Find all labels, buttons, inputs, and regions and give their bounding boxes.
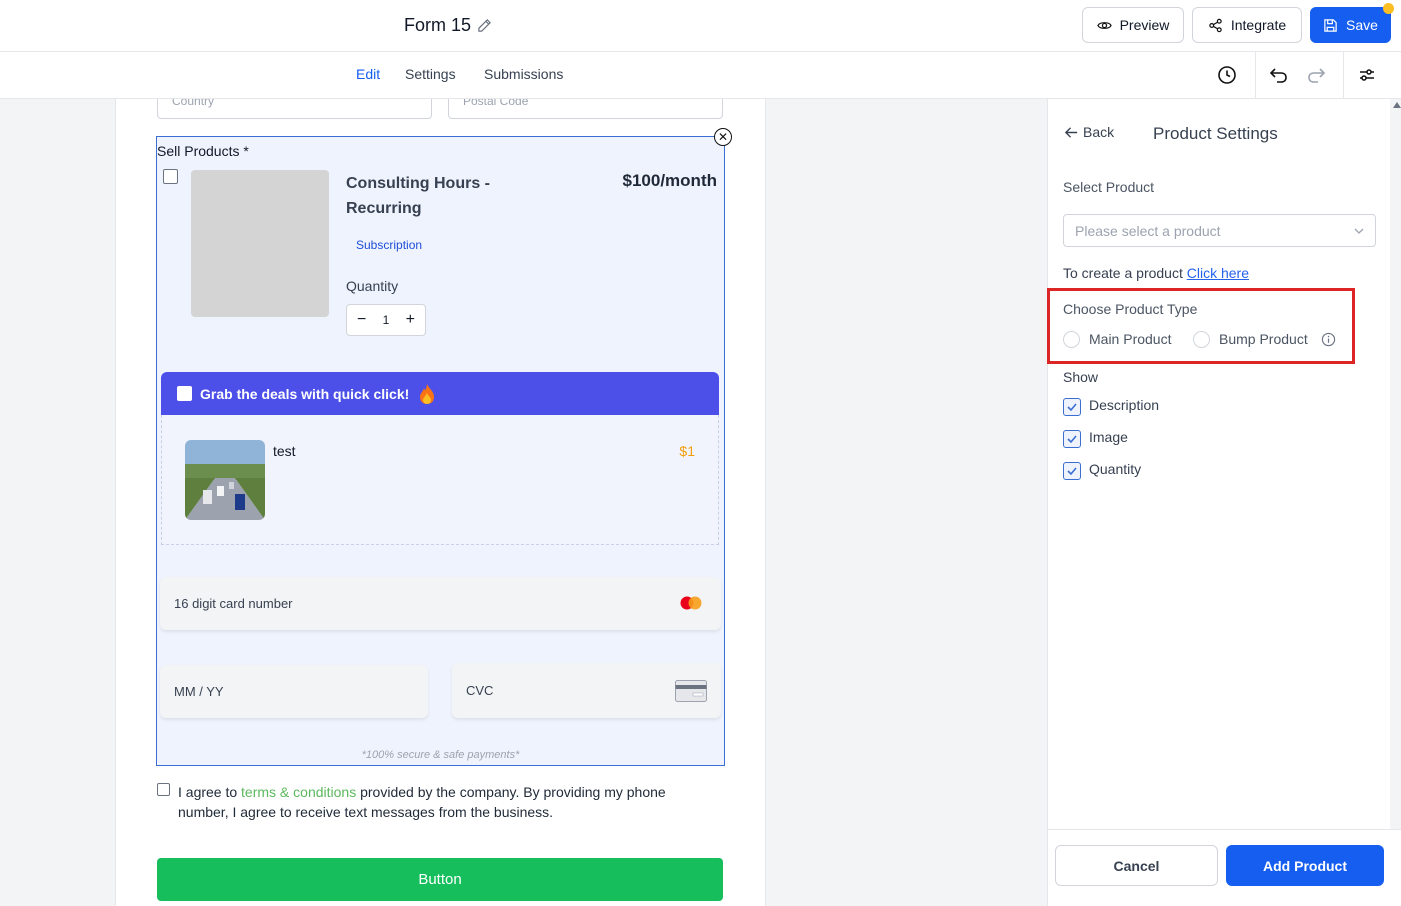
bump-product-image xyxy=(185,440,265,520)
bump-offer-checkbox[interactable] xyxy=(177,386,192,401)
terms-text: I agree to terms & conditions provided b… xyxy=(178,782,718,822)
info-icon[interactable] xyxy=(1321,332,1336,347)
tabs-bar: Edit Settings Submissions xyxy=(0,52,1401,99)
product-price: $100/month xyxy=(622,171,717,190)
bump-product-name: test xyxy=(273,443,296,459)
expiry-input[interactable]: MM / YY xyxy=(160,665,428,718)
create-product-link[interactable]: Click here xyxy=(1187,265,1249,281)
create-product-text: To create a product Click here xyxy=(1063,265,1249,281)
panel-title: Product Settings xyxy=(1153,124,1278,143)
scroll-up-arrow-icon[interactable] xyxy=(1393,102,1401,108)
show-label: Show xyxy=(1063,369,1099,385)
toolbar-divider xyxy=(1343,52,1344,99)
show-quantity-checkbox[interactable] xyxy=(1063,462,1081,480)
chevron-down-icon xyxy=(1354,228,1364,234)
show-description-label[interactable]: Description xyxy=(1089,397,1159,413)
show-description-checkbox[interactable] xyxy=(1063,398,1081,416)
tab-settings[interactable]: Settings xyxy=(405,66,456,82)
terms-link[interactable]: terms & conditions xyxy=(241,784,356,800)
select-product-label: Select Product xyxy=(1063,179,1155,195)
save-label: Save xyxy=(1346,17,1378,33)
panel-footer-divider xyxy=(1047,829,1401,830)
minus-icon[interactable]: − xyxy=(357,311,366,329)
undo-icon[interactable] xyxy=(1268,64,1290,86)
subscription-badge: Subscription xyxy=(356,238,423,252)
show-quantity-label[interactable]: Quantity xyxy=(1089,461,1141,477)
arrow-left-icon xyxy=(1064,126,1078,138)
bump-product-label[interactable]: Bump Product xyxy=(1219,331,1308,347)
product-name: Consulting Hours - Recurring xyxy=(346,175,490,217)
sliders-icon[interactable] xyxy=(1356,64,1378,86)
share-icon xyxy=(1209,18,1222,32)
quantity-value: 1 xyxy=(382,313,390,327)
close-icon[interactable]: ✕ xyxy=(714,128,732,146)
bump-offer-title: Grab the deals with quick click! xyxy=(200,385,410,402)
fire-icon xyxy=(420,383,435,404)
mastercard-icon xyxy=(680,596,702,610)
product-image-placeholder xyxy=(191,170,329,317)
add-product-button[interactable]: Add Product xyxy=(1226,845,1384,886)
checkmark-icon xyxy=(1067,403,1077,412)
terms-prefix: I agree to xyxy=(178,784,242,800)
checkmark-icon xyxy=(1067,435,1077,444)
postal-code-field[interactable]: Postal Code xyxy=(448,99,723,119)
integrate-label: Integrate xyxy=(1230,17,1287,33)
terms-checkbox[interactable] xyxy=(157,783,170,796)
main-product-label[interactable]: Main Product xyxy=(1089,331,1171,347)
redo-icon[interactable] xyxy=(1305,64,1327,86)
back-label: Back xyxy=(1083,124,1115,140)
bump-product-price: $1 xyxy=(679,443,695,459)
history-icon[interactable] xyxy=(1216,64,1238,86)
quantity-label: Quantity xyxy=(346,278,399,294)
preview-label: Preview xyxy=(1119,17,1170,33)
bump-product-radio[interactable] xyxy=(1193,331,1210,348)
form-title[interactable]: Form 15 xyxy=(404,15,492,36)
tab-edit[interactable]: Edit xyxy=(356,66,380,82)
credit-card-icon xyxy=(675,680,707,702)
quantity-stepper[interactable]: − 1 + xyxy=(346,304,426,336)
panel-scrollbar[interactable] xyxy=(1390,99,1401,829)
country-field[interactable]: Country xyxy=(157,99,432,119)
integrate-button[interactable]: Integrate xyxy=(1192,7,1302,43)
create-product-prefix: To create a product xyxy=(1063,265,1187,281)
top-header: Form 15 Preview Integrate Save xyxy=(0,0,1401,52)
floppy-disk-icon xyxy=(1324,18,1337,32)
bump-offer-header: Grab the deals with quick click! xyxy=(161,372,719,415)
eye-icon xyxy=(1096,21,1112,29)
form-title-text: Form 15 xyxy=(404,15,472,35)
product-checkbox[interactable] xyxy=(163,169,178,184)
save-button[interactable]: Save xyxy=(1310,7,1391,43)
product-type-highlight-box xyxy=(1047,288,1355,364)
checkmark-icon xyxy=(1067,467,1077,476)
unsaved-indicator-dot xyxy=(1383,3,1394,14)
card-number-input[interactable]: 16 digit card number xyxy=(160,577,721,630)
show-image-label[interactable]: Image xyxy=(1089,429,1128,445)
product-type-label: Choose Product Type xyxy=(1063,301,1198,317)
preview-button[interactable]: Preview xyxy=(1082,7,1184,43)
sell-products-label: Sell Products * xyxy=(157,143,249,159)
form-submit-button[interactable]: Button xyxy=(157,858,723,901)
plus-icon[interactable]: + xyxy=(406,311,415,329)
show-image-checkbox[interactable] xyxy=(1063,430,1081,448)
tab-submissions[interactable]: Submissions xyxy=(484,66,563,82)
secure-payments-note: *100% secure & safe payments* xyxy=(361,749,520,761)
pencil-icon[interactable] xyxy=(477,18,492,33)
product-select[interactable]: Please select a product xyxy=(1063,214,1376,247)
cancel-button[interactable]: Cancel xyxy=(1055,845,1218,886)
back-button[interactable]: Back xyxy=(1064,124,1114,140)
main-product-radio[interactable] xyxy=(1063,331,1080,348)
toolbar-divider xyxy=(1255,52,1256,99)
